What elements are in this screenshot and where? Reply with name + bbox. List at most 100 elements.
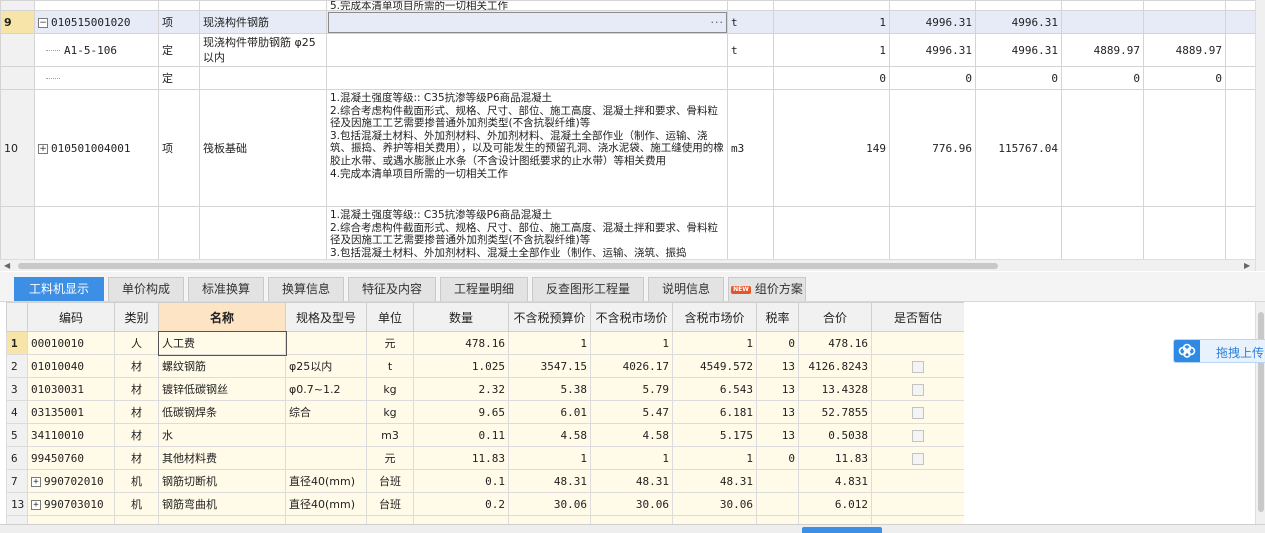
tab-description-info[interactable]: 说明信息 <box>648 277 724 301</box>
col-header-rownum[interactable] <box>6 302 28 332</box>
resource-market-price: 1 <box>590 331 673 355</box>
item-description: 1.混凝土强度等级:: C35抗渗等级P6商品混凝土 2.综合考虑构件截面形式、… <box>326 89 728 207</box>
resource-category: 材 <box>114 446 159 470</box>
table-row[interactable]: 1.混凝土强度等级:: C35抗渗等级P6商品混凝土 2.综合考虑构件截面形式、… <box>0 206 1255 259</box>
tab-features-content[interactable]: 特征及内容 <box>348 277 436 301</box>
item-quantity: 0 <box>773 66 890 90</box>
provisional-cell <box>871 377 964 401</box>
col-header-code[interactable]: 编码 <box>27 302 115 332</box>
table-row[interactable]: 7 +990702010 机钢筋切断机 直径40(mm) 台班 0.1 48.31 48.31… <box>6 469 964 493</box>
scroll-right-icon[interactable]: ▶ <box>1244 261 1250 270</box>
table-row[interactable]: 1 00010010 人人工费元 478.16 1 1 1 0 478.16 <box>6 330 964 356</box>
table-row[interactable]: 9 −010515001020 项 现浇构件钢筋 ··· t 1 4996.31… <box>0 10 1255 34</box>
resource-name[interactable]: 人工费 <box>157 330 287 356</box>
resource-name[interactable]: 螺纹钢筋 <box>158 354 286 378</box>
resource-name[interactable]: 低碳钢焊条 <box>158 400 286 424</box>
resource-name[interactable]: 钢筋切断机 <box>158 469 286 493</box>
item-code[interactable]: −010515001020 <box>34 10 159 34</box>
resource-name[interactable]: 镀锌低碳钢丝 <box>158 377 286 401</box>
table-row[interactable]: 4 03135001 材低碳钢焊条 综合 kg 9.65 6.01 5.47 6.181 13 52… <box>6 400 964 424</box>
item-type: 定 <box>158 66 200 90</box>
table-row[interactable]: 13 +990703010 机钢筋弯曲机 直径40(mm) 台班 0.2 30.06 30.0… <box>6 492 964 516</box>
resource-quantity: 1.025 <box>413 354 509 378</box>
provisional-checkbox[interactable] <box>912 383 924 396</box>
item-description <box>326 66 728 90</box>
drag-upload-widget[interactable]: 拖拽上传 <box>1173 339 1265 363</box>
ellipsis-button[interactable]: ··· <box>711 16 725 29</box>
new-badge-icon: NEW <box>731 285 751 294</box>
item-code[interactable]: +010501004001 <box>34 89 159 207</box>
col-header-category[interactable]: 类别 <box>114 302 159 332</box>
item-quantity: 1 <box>773 10 890 34</box>
resource-name[interactable]: 钢筋弯曲机 <box>158 492 286 516</box>
col-header-name[interactable]: 名称 <box>158 302 286 332</box>
tab-labor-material-machine[interactable]: 工料机显示 <box>14 277 104 301</box>
vertical-scrollbar[interactable] <box>1255 0 1265 271</box>
resource-market-price: 5.47 <box>590 400 673 424</box>
resource-budget-price: 48.31 <box>508 469 591 493</box>
expand-icon[interactable]: + <box>31 476 41 487</box>
item-price: 4996.31 <box>889 10 976 34</box>
resource-code[interactable]: +990703010 <box>27 492 115 516</box>
table-row[interactable]: 5 34110010 材水 m3 0.11 4.58 4.58 5.175 13 0.5038 <box>6 423 964 447</box>
tab-standard-conversion[interactable]: 标准换算 <box>188 277 264 301</box>
col-header-tax-market-price[interactable]: 含税市场价 <box>672 302 757 332</box>
resource-budget-price: 3547.15 <box>508 354 591 378</box>
col-header-budget-price[interactable]: 不含税预算价 <box>508 302 591 332</box>
resource-unit: 台班 <box>366 469 414 493</box>
resource-budget-price: 1 <box>508 331 591 355</box>
status-bar <box>0 524 1265 533</box>
expand-icon[interactable]: + <box>38 143 48 154</box>
table-row[interactable]: A1-5-106 定 现浇构件带肋钢筋 φ25以内 t 1 4996.31 49… <box>0 33 1255 67</box>
resource-category: 材 <box>114 400 159 424</box>
scroll-thumb[interactable] <box>18 263 998 269</box>
table-row <box>6 515 964 524</box>
resource-category: 人 <box>114 331 159 355</box>
col-header-provisional[interactable]: 是否暂估 <box>871 302 964 332</box>
table-row[interactable]: 3 01030031 材镀锌低碳钢丝 φ0.7~1.2 kg 2.32 5.38 5.79 6.… <box>6 377 964 401</box>
col-header-tax-rate[interactable]: 税率 <box>756 302 799 332</box>
col-header-spec[interactable]: 规格及型号 <box>285 302 367 332</box>
tab-unit-price-composition[interactable]: 单价构成 <box>108 277 184 301</box>
row-number: 9 <box>0 10 35 34</box>
tab-conversion-info[interactable]: 换算信息 <box>268 277 344 301</box>
item-name <box>199 66 327 90</box>
horizontal-scrollbar[interactable]: ◀ ▶ <box>0 259 1255 271</box>
collapse-icon[interactable]: − <box>38 17 48 28</box>
table-row[interactable]: 6 99450760 材其他材料费元 11.83 1 1 1 0 11.83 <box>6 446 964 470</box>
tab-quantity-details[interactable]: 工程量明细 <box>440 277 528 301</box>
provisional-checkbox[interactable] <box>912 406 924 419</box>
tab-pricing-scheme[interactable]: NEW 组价方案 <box>728 277 806 301</box>
item-description <box>326 33 728 67</box>
provisional-checkbox[interactable] <box>912 360 924 373</box>
col-header-quantity[interactable]: 数量 <box>413 302 509 332</box>
tab-reverse-lookup-graphic[interactable]: 反查图形工程量 <box>532 277 644 301</box>
vertical-scrollbar[interactable] <box>1255 302 1265 524</box>
provisional-checkbox[interactable] <box>912 429 924 442</box>
item-quantity: 1 <box>773 33 890 67</box>
item-description-input[interactable]: ··· <box>326 10 728 34</box>
table-row[interactable]: 10 +010501004001 项 筏板基础 1.混凝土强度等级:: C35抗… <box>0 89 1255 207</box>
resource-name[interactable]: 水 <box>158 423 286 447</box>
provisional-cell <box>871 469 964 493</box>
col-header-total[interactable]: 合价 <box>798 302 872 332</box>
resource-unit: kg <box>366 377 414 401</box>
resource-total: 0.5038 <box>798 423 872 447</box>
resource-name[interactable]: 其他材料费 <box>158 446 286 470</box>
resource-total: 478.16 <box>798 331 872 355</box>
provisional-checkbox[interactable] <box>912 452 924 465</box>
item-name: 筏板基础 <box>199 89 327 207</box>
expand-icon[interactable]: + <box>31 499 41 510</box>
row-number: 5 <box>6 423 28 447</box>
col-header-market-price[interactable]: 不含税市场价 <box>590 302 673 332</box>
resource-spec: φ0.7~1.2 <box>285 377 367 401</box>
col-header-unit[interactable]: 单位 <box>366 302 414 332</box>
table-row[interactable]: 2 01010040 材螺纹钢筋 φ25以内 t 1.025 3547.15 4026.17 4… <box>6 354 964 378</box>
resource-code[interactable]: +990702010 <box>27 469 115 493</box>
scroll-left-icon[interactable]: ◀ <box>4 261 10 270</box>
item-code: A1-5-106 <box>34 33 159 67</box>
table-row[interactable]: 定 0 0 0 0 0 <box>0 66 1255 90</box>
resource-code: 99450760 <box>27 446 115 470</box>
resource-total: 4.831 <box>798 469 872 493</box>
item-price: 0 <box>889 66 976 90</box>
